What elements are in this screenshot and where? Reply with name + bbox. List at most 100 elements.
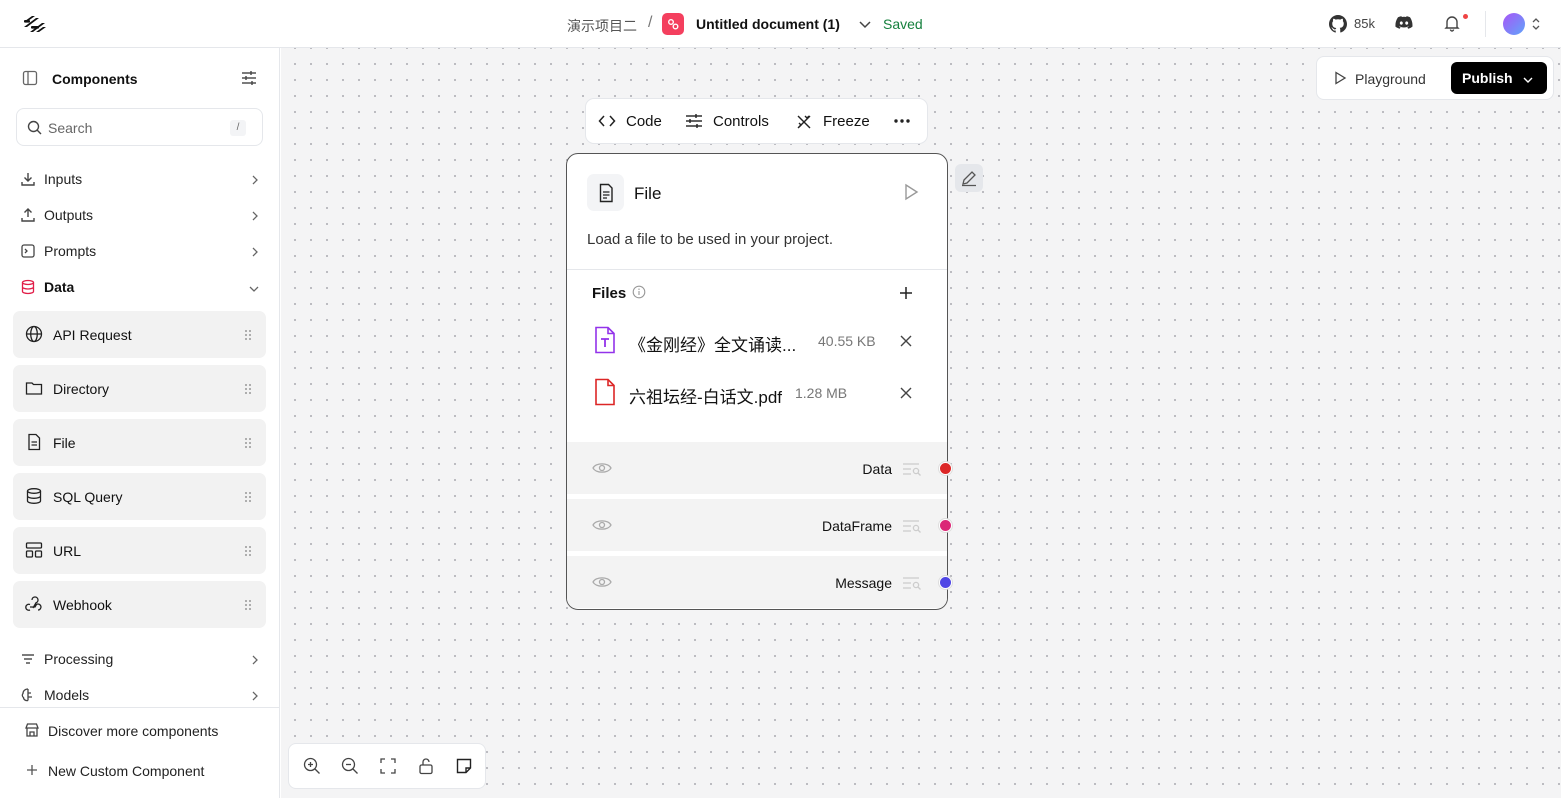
brain-icon [20,687,36,708]
playground-label: Playground [1355,71,1426,87]
inspect-icon[interactable] [902,462,922,481]
save-status: Saved [883,16,923,32]
avatar[interactable] [1503,13,1525,35]
info-icon[interactable] [632,285,646,304]
remove-file-icon[interactable] [899,386,913,405]
breadcrumb-separator: / [648,14,653,31]
search-input[interactable] [48,118,218,138]
github-star-count[interactable]: 85k [1354,16,1375,31]
chevron-down-icon [248,281,260,299]
drag-handle-icon[interactable] [244,328,252,346]
output-handle-message[interactable] [939,576,952,589]
output-label: DataFrame [821,518,892,534]
globe-icon [25,325,43,348]
eye-icon[interactable] [592,575,612,594]
flow-canvas[interactable]: Playground Publish Code Controls Freeze … [281,48,1561,798]
drag-handle-icon[interactable] [244,436,252,454]
output-row-message[interactable]: Message [567,556,947,608]
drag-handle-icon[interactable] [244,598,252,616]
webhook-icon [25,595,43,618]
controls-label: Controls [713,113,769,130]
more-options-icon[interactable] [892,111,912,136]
file-node[interactable]: File Load a file to be used in your proj… [566,153,948,610]
file-name: 《金刚经》全文诵读... [629,336,797,355]
component-label: API Request [53,327,132,343]
chevron-down-icon[interactable] [857,16,873,37]
database-icon [20,279,36,300]
node-file-icon [587,174,624,211]
inspect-icon[interactable] [902,576,922,595]
document-title[interactable]: Untitled document (1) [696,16,840,32]
node-description: Load a file to be used in your project. [587,231,833,248]
add-file-icon[interactable] [898,285,914,306]
discover-label: Discover more components [48,723,219,739]
files-label: Files [592,285,627,302]
sidebar-item-processing[interactable]: Processing [20,649,262,669]
component-sql-query[interactable]: SQL Query [13,473,266,520]
chevron-right-icon [250,245,260,263]
eye-icon[interactable] [592,461,612,480]
zoom-in-icon[interactable] [303,757,323,777]
database-icon [25,487,43,510]
sidebar-item-data[interactable]: Data [20,277,262,297]
sidebar-item-label: Inputs [44,171,83,187]
publish-toolbar: Playground Publish [1316,56,1554,100]
component-label: Directory [53,381,110,397]
chevron-updown-icon[interactable] [1531,17,1541,36]
component-directory[interactable]: Directory [13,365,266,412]
output-handle-dataframe[interactable] [939,519,952,532]
sidebar-item-label: Prompts [44,243,97,259]
component-url[interactable]: URL [13,527,266,574]
component-label: Webhook [53,597,112,613]
component-webhook[interactable]: Webhook [13,581,266,628]
drag-handle-icon[interactable] [244,490,252,508]
edit-node-button[interactable] [955,164,983,192]
sliders-icon [685,113,703,134]
app-logo-icon[interactable] [22,12,50,36]
file-icon [25,433,43,456]
output-label: Data [862,461,892,477]
snowflake-icon [795,113,813,136]
file-item[interactable]: 六祖坛经-白话文.pdf 1.28 MB [591,378,921,408]
sidebar-toggle-icon[interactable] [22,70,38,91]
play-icon [1333,71,1347,90]
zoom-out-icon[interactable] [341,757,361,777]
sidebar-item-label: Models [44,687,90,703]
output-handle-data[interactable] [939,462,952,475]
sidebar-item-prompts[interactable]: Prompts [20,241,262,261]
sidebar-item-inputs[interactable]: Inputs [20,169,262,189]
remove-file-icon[interactable] [899,334,913,353]
code-icon [598,113,616,134]
fit-view-icon[interactable] [379,757,399,777]
discord-icon[interactable] [1395,16,1413,35]
sticky-note-icon[interactable] [455,757,475,777]
sidebar-item-outputs[interactable]: Outputs [20,205,262,225]
eye-icon[interactable] [592,518,612,537]
file-item[interactable]: 《金刚经》全文诵读... 40.55 KB [591,326,921,356]
component-api-request[interactable]: API Request [13,311,266,358]
output-row-dataframe[interactable]: DataFrame [567,499,947,551]
notification-dot [1463,14,1468,19]
drag-handle-icon[interactable] [244,544,252,562]
component-file[interactable]: File [13,419,266,466]
unlock-icon[interactable] [417,757,437,777]
component-label: File [53,435,76,451]
output-row-data[interactable]: Data [567,442,947,494]
github-icon[interactable] [1329,15,1347,38]
run-icon[interactable] [903,183,919,206]
sidebar-item-models[interactable]: Models [20,685,262,705]
publish-button[interactable]: Publish [1451,62,1547,94]
search-box: / [16,108,263,146]
node-toolbar: Code Controls Freeze [585,98,928,144]
folder-icon [25,379,43,402]
canvas-controls [288,743,486,789]
inspect-icon[interactable] [902,519,922,538]
bell-icon[interactable] [1443,14,1461,37]
project-name[interactable]: 演示项目二 [567,16,637,36]
chevron-down-icon [1522,72,1534,90]
download-icon [20,171,36,192]
search-shortcut: / [230,120,246,136]
drag-handle-icon[interactable] [244,382,252,400]
search-icon [27,120,42,140]
sliders-icon[interactable] [240,70,258,91]
